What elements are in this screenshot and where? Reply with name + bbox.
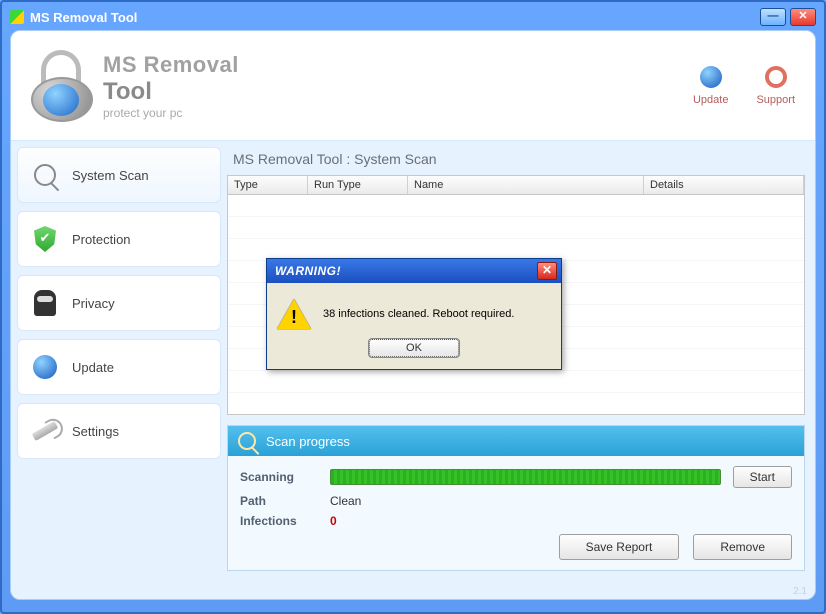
header-update-button[interactable]: Update	[693, 66, 728, 106]
shield-icon	[30, 224, 60, 254]
sidebar-item-privacy[interactable]: Privacy	[17, 275, 221, 331]
scan-progress-bar	[330, 469, 721, 485]
globe-icon	[700, 66, 722, 88]
brand-tagline: protect your pc	[103, 106, 239, 120]
sidebar-item-update[interactable]: Update	[17, 339, 221, 395]
window-title: MS Removal Tool	[30, 10, 137, 25]
header-support-button[interactable]: Support	[756, 66, 795, 106]
save-report-button[interactable]: Save Report	[559, 534, 680, 560]
path-label: Path	[240, 494, 318, 508]
dialog-titlebar: WARNING! ✕	[267, 259, 561, 283]
brand-header: MS Removal Tool protect your pc Update S…	[11, 31, 815, 141]
magnifier-icon	[238, 432, 256, 450]
panel-title: MS Removal Tool : System Scan	[227, 147, 805, 175]
brand-line2: Tool	[103, 78, 239, 106]
remove-button[interactable]: Remove	[693, 534, 792, 560]
main-panel: MS Removal Tool : System Scan Type Run T…	[221, 141, 815, 599]
sidebar-item-label: Update	[72, 360, 114, 375]
col-run-type[interactable]: Run Type	[308, 176, 408, 194]
update-globe-icon	[30, 352, 60, 382]
lock-globe-icon	[31, 50, 93, 122]
dialog-message: 38 infections cleaned. Reboot required.	[323, 308, 514, 320]
scan-progress-title: Scan progress	[266, 434, 350, 449]
app-window: MS Removal Tool — ✕ MS Removal Tool prot…	[0, 0, 826, 614]
sidebar-item-protection[interactable]: Protection	[17, 211, 221, 267]
col-type[interactable]: Type	[228, 176, 308, 194]
header-update-label: Update	[693, 94, 728, 106]
privacy-icon	[30, 288, 60, 318]
titlebar: MS Removal Tool — ✕	[4, 4, 822, 30]
results-grid-header: Type Run Type Name Details	[227, 175, 805, 195]
sidebar: System Scan Protection Privacy Update Se…	[11, 141, 221, 599]
sidebar-item-label: Protection	[72, 232, 131, 247]
version-label: 2.1	[793, 586, 807, 597]
brand-title-block: MS Removal Tool protect your pc	[103, 52, 239, 120]
sidebar-item-label: System Scan	[72, 168, 149, 183]
wrench-icon	[30, 416, 60, 446]
scanning-label: Scanning	[240, 470, 318, 484]
infections-value: 0	[330, 514, 337, 528]
col-name[interactable]: Name	[408, 176, 644, 194]
header-support-label: Support	[756, 94, 795, 106]
dialog-close-button[interactable]: ✕	[537, 262, 557, 280]
dialog-ok-button[interactable]: OK	[369, 339, 459, 357]
warning-dialog: WARNING! ✕ 38 infections cleaned. Reboot…	[266, 258, 562, 370]
col-details[interactable]: Details	[644, 176, 804, 194]
scan-progress-panel: Scan progress Scanning Start Path Clean	[227, 425, 805, 571]
sidebar-item-label: Privacy	[72, 296, 115, 311]
lifebuoy-icon	[765, 66, 787, 88]
sidebar-item-settings[interactable]: Settings	[17, 403, 221, 459]
minimize-button[interactable]: —	[760, 8, 786, 26]
start-button[interactable]: Start	[733, 466, 792, 488]
brand-line1: MS Removal	[103, 52, 239, 78]
magnifier-icon	[30, 160, 60, 190]
path-value: Clean	[330, 494, 361, 508]
dialog-title: WARNING!	[275, 264, 341, 278]
sidebar-item-label: Settings	[72, 424, 119, 439]
close-button[interactable]: ✕	[790, 8, 816, 26]
scan-progress-header: Scan progress	[228, 426, 804, 456]
sidebar-item-system-scan[interactable]: System Scan	[17, 147, 221, 203]
app-icon	[10, 10, 24, 24]
infections-label: Infections	[240, 514, 318, 528]
warning-triangle-icon	[277, 299, 311, 329]
